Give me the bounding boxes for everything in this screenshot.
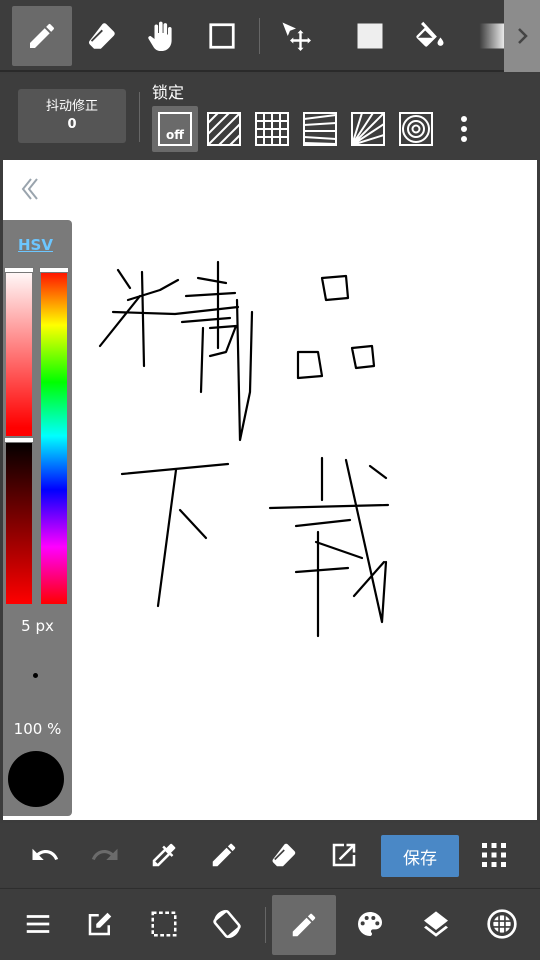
parallel-lines-icon: [207, 112, 241, 146]
brush-button[interactable]: [272, 895, 336, 955]
hand-icon: [148, 21, 172, 51]
snap-more-button[interactable]: [442, 106, 486, 152]
filled-square-icon: [357, 23, 383, 49]
redo-icon: [91, 848, 118, 860]
snap-radial-button[interactable]: [345, 106, 391, 152]
chevron-right-icon: [518, 28, 528, 44]
export-button[interactable]: [316, 827, 372, 883]
move-icon: [282, 22, 311, 51]
tool-toolbar: [0, 0, 540, 72]
bottom-navigation: [0, 888, 540, 960]
grid-icon: [255, 112, 289, 146]
open-external-icon: [332, 843, 356, 867]
edit-square-icon: [88, 912, 112, 936]
snap-grid-button[interactable]: [249, 106, 295, 152]
eraser-tool-button[interactable]: [72, 6, 132, 66]
opacity-label[interactable]: 100 %: [3, 720, 72, 738]
rotate-canvas-button[interactable]: [199, 896, 255, 952]
subbar-divider: [139, 92, 140, 142]
eraser-button[interactable]: [256, 827, 312, 883]
menu-button[interactable]: [10, 896, 66, 952]
handwriting-strokes: [98, 260, 390, 638]
eraser-icon: [272, 843, 296, 867]
perspective-lines-icon: [303, 112, 337, 146]
brightness-slider[interactable]: [6, 440, 32, 604]
nav-divider: [265, 907, 266, 943]
pen-tool-button[interactable]: [12, 6, 72, 66]
grid-menu-button[interactable]: [466, 827, 522, 883]
hue-slider[interactable]: [41, 268, 67, 604]
saturation-slider[interactable]: [6, 268, 32, 436]
current-color-swatch[interactable]: [8, 751, 64, 807]
brush-size-preview-dot: [33, 673, 38, 678]
paint-bucket-icon: [416, 21, 444, 47]
pen-icon: [30, 23, 54, 48]
brightness-slider-handle[interactable]: [4, 437, 34, 443]
lock-label: 锁定: [152, 83, 185, 102]
bucket-tool-button[interactable]: [400, 6, 460, 66]
save-button[interactable]: 保存: [381, 835, 459, 877]
hamburger-menu-icon: [26, 915, 50, 933]
eraser-icon: [88, 23, 115, 49]
saturation-slider-handle[interactable]: [4, 267, 34, 273]
hand-tool-button[interactable]: [132, 6, 192, 66]
eyedropper-button[interactable]: [136, 827, 192, 883]
material-button[interactable]: [474, 896, 530, 952]
brush-size-label[interactable]: 5 px: [3, 617, 72, 635]
collapse-panel-button[interactable]: [17, 174, 43, 204]
toolbar-divider: [259, 18, 260, 54]
grid-circle-icon: [487, 909, 517, 939]
snap-parallel-button[interactable]: [201, 106, 247, 152]
snap-off-button[interactable]: off: [152, 106, 198, 152]
move-tool-button[interactable]: [266, 6, 326, 66]
selection-button[interactable]: [136, 896, 192, 952]
selection-tool-button[interactable]: [192, 6, 252, 66]
hsv-mode-link[interactable]: HSV: [18, 236, 53, 254]
layers-icon: [424, 911, 448, 937]
dashed-selection-icon: [151, 911, 177, 937]
palette-icon: [358, 912, 382, 936]
pen-icon: [212, 843, 236, 867]
pen-icon: [292, 913, 316, 937]
edit-button[interactable]: [72, 896, 128, 952]
more-vertical-icon: [461, 116, 467, 142]
hue-slider-handle[interactable]: [39, 267, 69, 273]
stabilizer-label: 抖动修正: [45, 99, 98, 114]
layers-button[interactable]: [408, 896, 464, 952]
snap-off-label: off: [166, 128, 184, 142]
radial-lines-icon: [351, 112, 385, 146]
stabilizer-value: 0: [67, 117, 77, 132]
action-bar: [0, 823, 540, 887]
brush-settings-button[interactable]: [196, 827, 252, 883]
double-chevron-left-icon: [21, 178, 38, 200]
concentric-circles-icon: [399, 112, 433, 146]
snap-perspective-button[interactable]: [297, 106, 343, 152]
stabilizer-button[interactable]: 抖动修正 0: [18, 89, 126, 143]
snap-concentric-button[interactable]: [393, 106, 439, 152]
drawing-canvas[interactable]: [3, 160, 537, 820]
rotate-screen-icon: [213, 909, 241, 939]
snap-off-icon: off: [158, 112, 192, 146]
dots-grid-icon: [482, 843, 506, 867]
fill-color-tool-button[interactable]: [340, 6, 400, 66]
square-outline-icon: [209, 23, 235, 49]
undo-button[interactable]: [17, 827, 73, 883]
gradient-icon: [479, 23, 507, 49]
toolbar-scroll-right-button[interactable]: [504, 0, 540, 72]
eyedropper-icon: [152, 843, 176, 867]
color-button[interactable]: [342, 896, 398, 952]
redo-button[interactable]: [77, 827, 133, 883]
undo-icon: [32, 848, 59, 860]
